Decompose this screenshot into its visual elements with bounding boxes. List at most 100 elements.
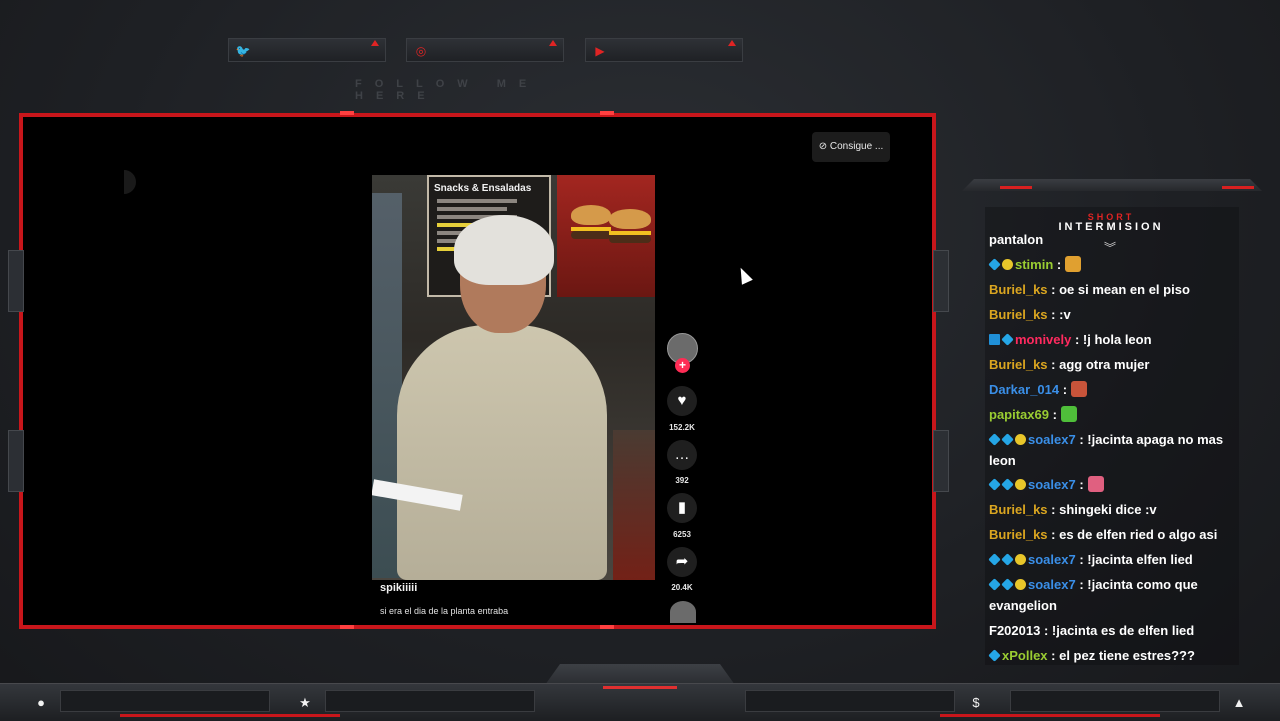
badge-icon	[1015, 579, 1026, 590]
follow-plus-button[interactable]: +	[675, 358, 690, 373]
drink-cooler	[613, 430, 655, 580]
chat-username[interactable]: Buriel_ks	[989, 282, 1048, 297]
save-count: 6253	[673, 530, 691, 539]
burger-board	[557, 175, 655, 297]
chat-text: : !j hola leon	[1074, 332, 1152, 347]
frame-side-deco	[933, 250, 949, 312]
chat-text: : !jacinta es de elfen lied	[1043, 623, 1195, 638]
emote-icon	[1087, 476, 1104, 492]
like-button[interactable]: ♥	[667, 386, 697, 416]
comment-button[interactable]: …	[667, 440, 697, 470]
chat-text: : :v	[1051, 307, 1071, 322]
dollar-icon[interactable]: $	[967, 694, 985, 712]
frame-side-deco	[933, 430, 949, 492]
music-disc-avatar[interactable]	[670, 601, 696, 623]
chat-text: : oe si mean en el piso	[1051, 282, 1190, 297]
chat-username[interactable]: F202013	[989, 623, 1040, 638]
menu-row	[437, 207, 507, 211]
frame-notch	[340, 111, 354, 115]
comment-icon: …	[674, 446, 690, 463]
chat-message: papitax69 :	[989, 404, 1239, 425]
rocket-icon[interactable]: ▲	[1230, 694, 1248, 712]
badge-icon	[988, 433, 1001, 446]
frame-side-deco	[8, 430, 24, 492]
chat-message: pantalon	[989, 229, 1239, 250]
bottom-accent	[120, 714, 340, 717]
emote-icon	[1060, 406, 1077, 422]
badge-icon	[1001, 478, 1014, 491]
bottom-panel	[745, 690, 955, 712]
chat-username[interactable]: stimin	[1015, 257, 1053, 272]
chat-username[interactable]: soalex7	[1028, 552, 1076, 567]
instagram-icon: ◎	[415, 44, 427, 58]
chat-top-decoration	[962, 179, 1262, 191]
consigue-label: Consigue ...	[829, 141, 884, 152]
youtube-button[interactable]: ▶	[585, 38, 743, 62]
chat-top-accent	[1222, 186, 1254, 189]
menu-board-title: Snacks & Ensaladas	[434, 183, 532, 194]
chat-username[interactable]: Buriel_ks	[989, 527, 1048, 542]
bottom-panel	[60, 690, 270, 712]
chat-message: soalex7 : !jacinta como que evangelion	[988, 574, 1239, 616]
chat-text: :	[1062, 382, 1068, 397]
badge-icon	[988, 649, 1001, 662]
chat-username[interactable]: Buriel_ks	[989, 502, 1048, 517]
badge-icon	[1001, 333, 1014, 346]
chat-username[interactable]: xPollex	[1002, 648, 1048, 663]
frame-notch	[340, 625, 354, 629]
triangle-marker	[549, 40, 557, 46]
chat-username[interactable]: soalex7	[1028, 577, 1076, 592]
person-body	[397, 325, 607, 580]
chat-message: stimin :	[988, 254, 1239, 275]
video-player[interactable]: Snacks & Ensaladas	[372, 175, 655, 580]
video-username[interactable]: spikiiiii	[380, 582, 417, 594]
chat-message: Buriel_ks : oe si mean en el piso	[989, 279, 1239, 300]
badge-icon	[1015, 479, 1026, 490]
save-button[interactable]: ▮	[667, 493, 697, 523]
chat-username[interactable]: soalex7	[1028, 477, 1076, 492]
chat-message: monively : !j hola leon	[989, 329, 1239, 350]
chat-message: soalex7 : !jacinta elfen lied	[988, 549, 1239, 570]
burger-image	[571, 205, 611, 225]
share-icon: ➦	[675, 553, 689, 570]
consigue-button[interactable]: ⊘ Consigue ...	[812, 132, 890, 162]
badge-icon	[1015, 554, 1026, 565]
chat-username[interactable]: monively	[1015, 332, 1071, 347]
video-caption: si era el dia de la planta entraba	[380, 606, 509, 616]
badge-icon	[988, 258, 1001, 271]
chat-message: xPollex : el pez tiene estres???	[988, 645, 1239, 666]
user-icon[interactable]: ●	[32, 694, 50, 712]
chat-username[interactable]: soalex7	[1028, 432, 1076, 447]
chat-message: Buriel_ks : :v	[989, 304, 1239, 325]
burger-image	[609, 235, 651, 243]
share-count: 20.4K	[671, 583, 693, 592]
star-icon[interactable]: ★	[296, 694, 314, 712]
hairnet	[454, 215, 554, 285]
comment-count: 392	[675, 476, 689, 485]
heart-icon: ♥	[677, 392, 687, 409]
chat-message: F202013 : !jacinta es de elfen lied	[989, 620, 1239, 641]
twitter-button[interactable]: 🐦	[228, 38, 386, 62]
youtube-icon: ▶	[595, 44, 605, 58]
instagram-button[interactable]: ◎	[406, 38, 564, 62]
badge-icon	[988, 478, 1001, 491]
chat-username[interactable]: papitax69	[989, 407, 1049, 422]
frame-notch	[600, 625, 614, 629]
chat-username[interactable]: Darkar_014	[989, 382, 1059, 397]
like-count: 152.2K	[669, 423, 695, 432]
badge-icon	[1002, 259, 1013, 270]
frame-side-deco	[8, 250, 24, 312]
bottom-accent	[940, 714, 1160, 717]
share-button[interactable]: ➦	[667, 547, 697, 577]
chat-username[interactable]: Buriel_ks	[989, 307, 1048, 322]
triangle-marker	[371, 40, 379, 46]
chat-text: :	[1079, 477, 1084, 492]
chat-username[interactable]: Buriel_ks	[989, 357, 1048, 372]
chat-text: :	[1056, 257, 1062, 272]
chat-text: : agg otra mujer	[1051, 357, 1150, 372]
badge-icon	[988, 578, 1001, 591]
menu-row	[437, 199, 517, 203]
follow-me-label: FOLLOW ME HERE	[355, 78, 540, 102]
consigue-icon: ⊘	[818, 141, 830, 152]
chat-message: Buriel_ks : agg otra mujer	[989, 354, 1239, 375]
